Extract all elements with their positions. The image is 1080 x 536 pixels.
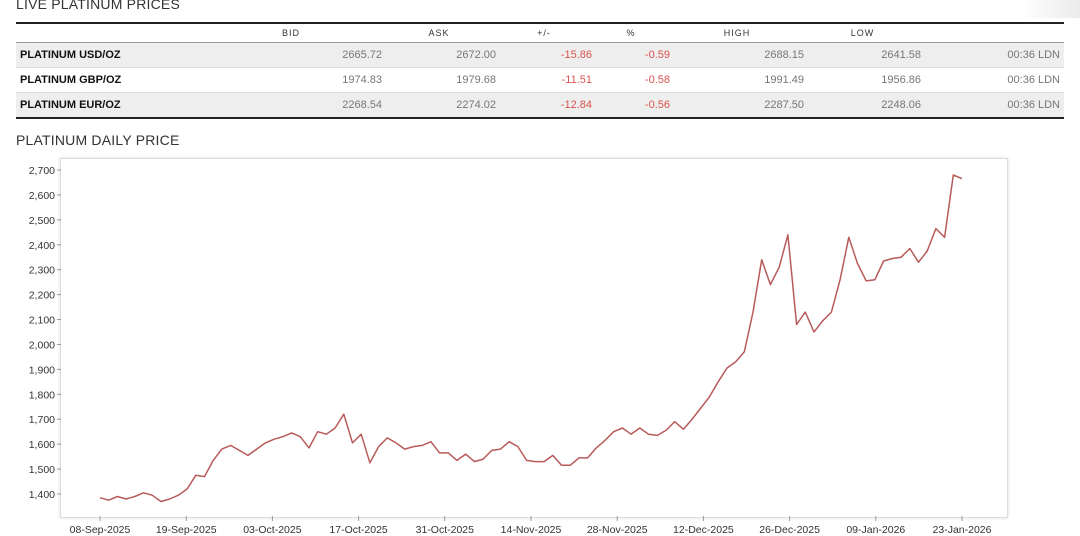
y-tick-label: 2,600	[29, 190, 55, 202]
y-tick-label: 2,700	[29, 165, 55, 177]
y-tick-label: 2,300	[29, 265, 55, 277]
y-tick-label: 1,400	[29, 489, 55, 501]
price-chart: 2,700 2,600 2,500 2,400 2,300 2,200 2,100 2,000…	[29, 165, 992, 536]
y-tick-label: 1,800	[29, 389, 55, 401]
y-tick-label: 1,700	[29, 414, 55, 426]
x-axis: 08-Sep-2025 19-Sep-2025 03-Oct-2025 17-Oct-…	[70, 516, 992, 536]
y-tick-label: 2,100	[29, 315, 55, 327]
y-tick-label: 2,400	[29, 240, 55, 252]
y-tick-label: 2,500	[29, 215, 55, 227]
x-tick-label: 26-Dec-2025	[759, 524, 820, 536]
x-tick-label: 23-Jan-2026	[933, 524, 992, 536]
x-tick-label: 28-Nov-2025	[587, 524, 648, 536]
x-tick-label: 12-Dec-2025	[673, 524, 734, 536]
y-tick-label: 2,200	[29, 290, 55, 302]
y-axis: 2,700 2,600 2,500 2,400 2,300 2,200 2,100 2,000…	[29, 165, 61, 501]
series-layer	[99, 174, 963, 503]
y-tick-label: 1,600	[29, 439, 55, 451]
x-tick-label: 19-Sep-2025	[156, 524, 217, 536]
x-tick-label: 14-Nov-2025	[501, 524, 562, 536]
x-tick-label: 03-Oct-2025	[243, 524, 302, 536]
x-tick-label: 09-Jan-2026	[846, 524, 905, 536]
y-tick-label: 2,000	[29, 339, 55, 351]
x-tick-label: 08-Sep-2025	[70, 524, 131, 536]
x-tick-label: 17-Oct-2025	[329, 524, 388, 536]
x-tick-label: 31-Oct-2025	[416, 524, 475, 536]
platinum-price-line	[99, 174, 963, 503]
y-tick-label: 1,900	[29, 364, 55, 376]
y-tick-label: 1,500	[29, 464, 55, 476]
